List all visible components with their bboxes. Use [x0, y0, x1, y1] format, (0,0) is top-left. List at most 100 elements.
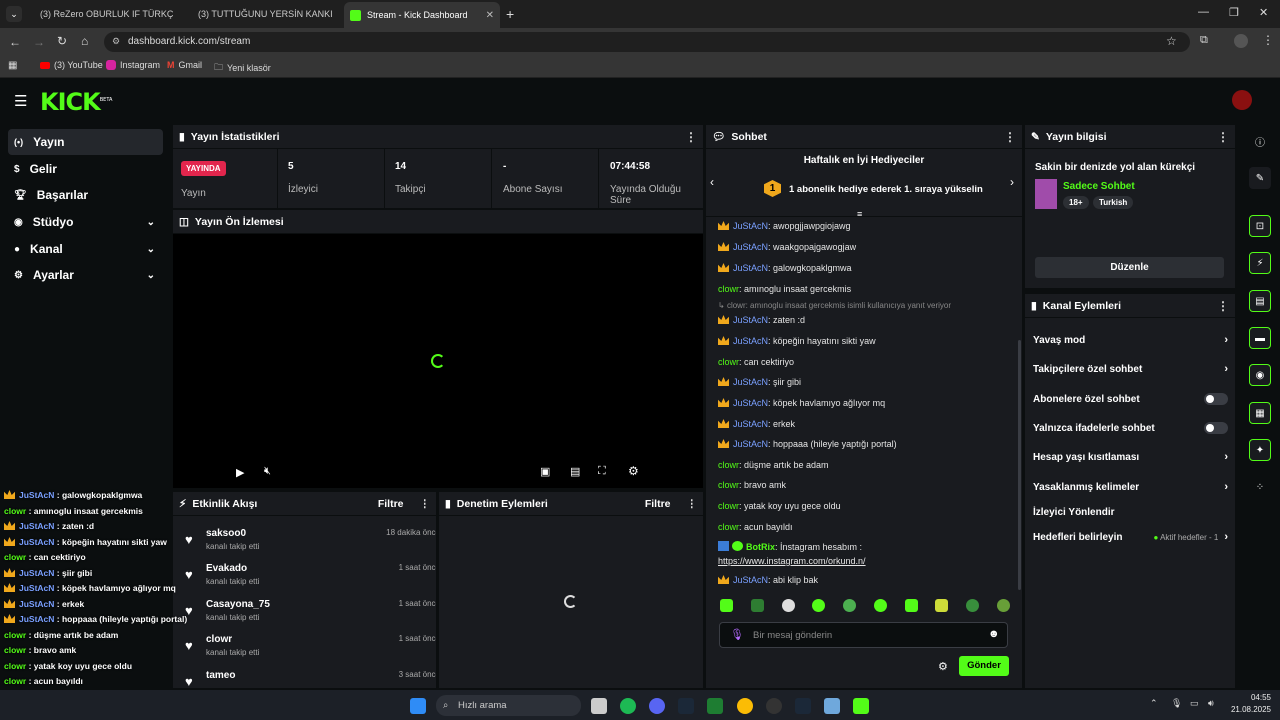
- tray-expand-icon[interactable]: ⌃: [1150, 698, 1158, 709]
- bookmark-folder[interactable]: 🗀 Yeni klasör: [214, 60, 271, 76]
- chat-username[interactable]: JuStAcN: [733, 242, 768, 252]
- emote-icon[interactable]: [720, 599, 733, 612]
- emote-icon[interactable]: [812, 599, 826, 612]
- more-options-icon[interactable]: ⋮: [1217, 130, 1229, 144]
- home-icon[interactable]: ⌂: [81, 34, 88, 48]
- minimize-icon[interactable]: —: [1198, 6, 1209, 18]
- chat-username[interactable]: clowr: [718, 460, 739, 470]
- list-item[interactable]: ♥ Evakado kanalı takip etti 1 saat önce: [185, 563, 436, 597]
- theater-icon[interactable]: ▤: [570, 465, 580, 478]
- emote-icon[interactable]: [750, 599, 764, 612]
- apps-icon[interactable]: ⁘: [1249, 476, 1271, 498]
- play-icon[interactable]: ▶: [236, 466, 244, 479]
- document-icon[interactable]: ▤: [1249, 290, 1271, 312]
- chat-username[interactable]: JuStAcN: [733, 398, 768, 408]
- more-options-icon[interactable]: ⋮: [687, 498, 698, 510]
- chat-username[interactable]: clowr: [718, 480, 739, 490]
- volume-icon[interactable]: 🔊︎: [1208, 698, 1214, 709]
- new-tab-icon[interactable]: +: [506, 6, 514, 22]
- emote-icon[interactable]: [781, 599, 795, 612]
- chat-input[interactable]: 🎙︎ Bir mesaj gönderin ☻: [719, 622, 1008, 648]
- collapse-icon[interactable]: ≡: [857, 209, 862, 219]
- info-icon[interactable]: ⓘ: [1249, 130, 1271, 152]
- sidebar-item-ayarlar[interactable]: ⚙ Ayarlar ⌄: [8, 262, 163, 288]
- edit-button[interactable]: Düzenle: [1035, 257, 1224, 278]
- tab-search-icon[interactable]: ⌄: [6, 6, 22, 22]
- file-explorer-icon[interactable]: [591, 698, 607, 714]
- apps-grid-icon[interactable]: ▦: [8, 60, 17, 71]
- windows-start-icon[interactable]: [410, 698, 426, 714]
- action-banned-words[interactable]: Yasaklanmış kelimeler ›: [1033, 476, 1228, 498]
- category-name[interactable]: Sadece Sohbet: [1063, 181, 1135, 192]
- more-options-icon[interactable]: ⋮: [1217, 299, 1229, 313]
- obs-icon[interactable]: [766, 698, 782, 714]
- chat-username[interactable]: clowr: [718, 501, 739, 511]
- close-icon[interactable]: ✕: [486, 10, 494, 21]
- bookmark-instagram[interactable]: Instagram: [106, 60, 160, 70]
- spotify-icon[interactable]: [620, 698, 636, 714]
- sidebar-item-kanal[interactable]: ● Kanal ⌄: [8, 236, 163, 262]
- chat-settings-icon[interactable]: ⚙: [938, 660, 948, 673]
- emote-icon[interactable]: [843, 599, 857, 612]
- window-close-icon[interactable]: ✕: [1259, 6, 1268, 19]
- kick-logo[interactable]: KICKBETA: [40, 88, 112, 116]
- list-item[interactable]: ♥ saksoo0 kanalı takip etti 18 dakika önce: [185, 528, 436, 562]
- reload-icon[interactable]: ↻: [57, 34, 67, 48]
- sidebar-item-yayin[interactable]: (•) Yayın: [8, 129, 163, 155]
- wrench-icon[interactable]: ✦: [1249, 439, 1271, 461]
- action-slow-mode[interactable]: Yavaş mod ›: [1033, 329, 1228, 351]
- chat-username[interactable]: clowr: [718, 357, 739, 367]
- discord-icon[interactable]: [649, 698, 665, 714]
- tab-kick-dashboard[interactable]: Stream - Kick Dashboard ✕: [344, 2, 500, 28]
- mute-icon[interactable]: 🔇︎: [264, 465, 271, 478]
- list-item[interactable]: ♥ tameo 3 saat önce: [185, 670, 436, 688]
- chat-username[interactable]: JuStAcN: [733, 575, 768, 585]
- restore-icon[interactable]: ❐: [1229, 6, 1239, 19]
- chat-link[interactable]: https://www.instagram.com/orkund.n/: [718, 556, 866, 566]
- url-field[interactable]: ⚙ dashboard.kick.com/stream ☆: [104, 32, 1190, 52]
- more-options-icon[interactable]: ⋮: [1004, 130, 1016, 144]
- capture-icon[interactable]: ⊡: [1249, 215, 1271, 237]
- bolt-icon[interactable]: ⚡︎: [1249, 252, 1271, 274]
- action-raid[interactable]: İzleyici Yönlendir: [1033, 501, 1228, 523]
- emote-icon[interactable]: [904, 599, 918, 612]
- network-icon[interactable]: ▭: [1190, 698, 1199, 709]
- emote-icon[interactable]: [996, 599, 1010, 612]
- chrome-icon[interactable]: [737, 698, 753, 714]
- chat-icon[interactable]: ▬: [1249, 327, 1271, 349]
- layout-icon[interactable]: ▦: [1249, 402, 1271, 424]
- bookmark-gmail[interactable]: M Gmail: [167, 60, 202, 70]
- steam-icon-2[interactable]: [795, 698, 811, 714]
- microphone-icon[interactable]: 🎙︎: [730, 628, 744, 641]
- clock-date[interactable]: 21.08.2025: [1226, 705, 1271, 714]
- more-options-icon[interactable]: ⋮: [685, 130, 697, 144]
- list-item[interactable]: ♥ Casayona_75 kanalı takip etti 1 saat önce: [185, 599, 436, 633]
- send-button[interactable]: Gönder: [959, 656, 1009, 676]
- user-avatar[interactable]: [1232, 90, 1252, 110]
- chat-username[interactable]: JuStAcN: [733, 419, 768, 429]
- action-goals[interactable]: Hedefleri belirleyin ● Aktif hedefler - 1…: [1033, 526, 1228, 548]
- filter-button[interactable]: Filtre: [378, 498, 404, 510]
- tab-tuttugunu[interactable]: (3) TUTTUĞUNU YERSİN KANKI ✕: [186, 4, 336, 24]
- chevron-left-icon[interactable]: ‹: [710, 175, 714, 189]
- hamburger-menu-icon[interactable]: ☰: [14, 92, 27, 110]
- sidebar-item-basarilar[interactable]: 🏆︎ Başarılar: [8, 182, 163, 208]
- site-info-icon[interactable]: ⚙: [112, 36, 120, 47]
- action-followers-only[interactable]: Takipçilere özel sohbet ›: [1033, 358, 1228, 380]
- bookmark-youtube[interactable]: (3) YouTube: [40, 60, 103, 70]
- tab-rezero[interactable]: (3) ReZero OBURLUK IF TÜRKÇ ✕: [28, 4, 178, 24]
- chat-username[interactable]: JuStAcN: [733, 439, 768, 449]
- menu-dots-icon[interactable]: ⋮: [1262, 33, 1274, 47]
- chat-scrollbar[interactable]: [1018, 340, 1021, 590]
- emote-icon[interactable]: [966, 599, 980, 612]
- bookmark-star-icon[interactable]: ☆: [1166, 34, 1177, 48]
- filter-button[interactable]: Filtre: [645, 498, 671, 510]
- forward-icon[interactable]: →: [33, 35, 45, 49]
- minecraft-icon[interactable]: [707, 698, 723, 714]
- kick-app-icon[interactable]: [853, 698, 869, 714]
- back-icon[interactable]: ←: [9, 35, 21, 49]
- clock-time[interactable]: 04:55: [1226, 693, 1271, 702]
- list-item[interactable]: ♥ clowr kanalı takip etti 1 saat önce: [185, 634, 436, 668]
- emote-icon[interactable]: [935, 599, 949, 612]
- more-options-icon[interactable]: ⋮: [420, 498, 431, 510]
